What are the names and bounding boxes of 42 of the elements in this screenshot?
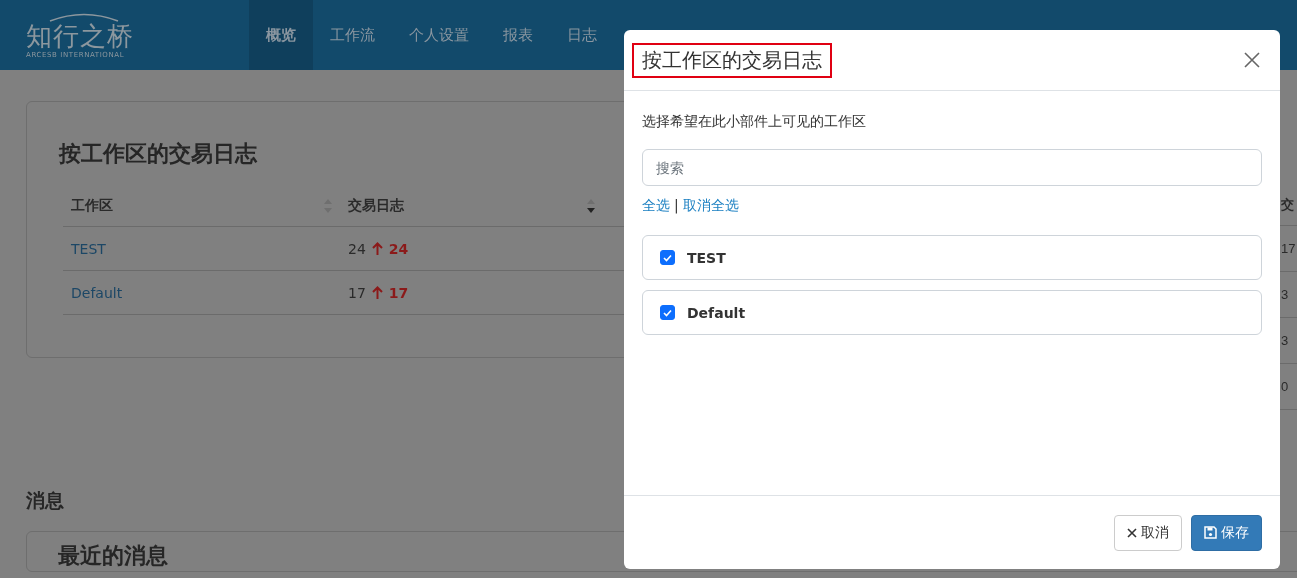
cancel-button[interactable]: 取消	[1114, 514, 1182, 551]
deselect-all-link[interactable]: 取消全选	[682, 197, 739, 215]
search-field[interactable]: 搜索	[642, 149, 1262, 186]
logo-title: 知行之桥	[26, 21, 135, 50]
check-icon	[663, 253, 672, 262]
table-cell: 17	[1281, 241, 1296, 256]
change-text: 17	[388, 284, 409, 301]
table-cell: 0	[1281, 379, 1289, 394]
check-icon	[663, 308, 672, 317]
dialog-title: 按工作区的交易日志	[632, 42, 832, 78]
nav-tab[interactable]: 日志	[550, 0, 614, 70]
separator-text: |	[674, 197, 679, 215]
option-label: TEST	[687, 249, 726, 266]
column-header[interactable]: 工作区	[71, 197, 113, 215]
card-title: 按工作区的交易日志	[59, 140, 258, 168]
workspace-link[interactable]: Default	[71, 284, 123, 301]
option-label: Default	[687, 304, 746, 321]
nav-tab[interactable]: 概览	[249, 0, 313, 70]
checkbox[interactable]	[660, 250, 675, 265]
table-cell: 3	[1281, 287, 1289, 302]
change-text: 24	[388, 240, 409, 257]
sort-descending-icon[interactable]	[587, 198, 595, 214]
column-header: 交	[1281, 196, 1294, 214]
card-title: 最近的消息	[58, 542, 169, 570]
workspace-link[interactable]: TEST	[71, 240, 106, 257]
nav-tab[interactable]: 个人设置	[392, 0, 486, 70]
select-all-link[interactable]: 全选	[642, 197, 670, 215]
arc-icon	[48, 11, 120, 22]
nav-tab[interactable]: 工作流	[313, 0, 392, 70]
close-icon	[1127, 527, 1137, 538]
nav-tab[interactable]: 报表	[486, 0, 550, 70]
workspace-option[interactable]: TEST	[642, 235, 1262, 280]
count-text: 17	[348, 284, 366, 301]
section-heading: 消息	[26, 488, 65, 512]
save-button[interactable]: 保存	[1191, 514, 1262, 551]
close-icon[interactable]	[1244, 52, 1260, 68]
table-cell: 3	[1281, 333, 1289, 348]
count-text: 24	[348, 240, 366, 257]
description-text: 选择希望在此小部件上可见的工作区	[642, 112, 867, 131]
column-header[interactable]: 交易日志	[348, 197, 404, 215]
checkbox[interactable]	[660, 305, 675, 320]
workspace-option[interactable]: Default	[642, 290, 1262, 335]
